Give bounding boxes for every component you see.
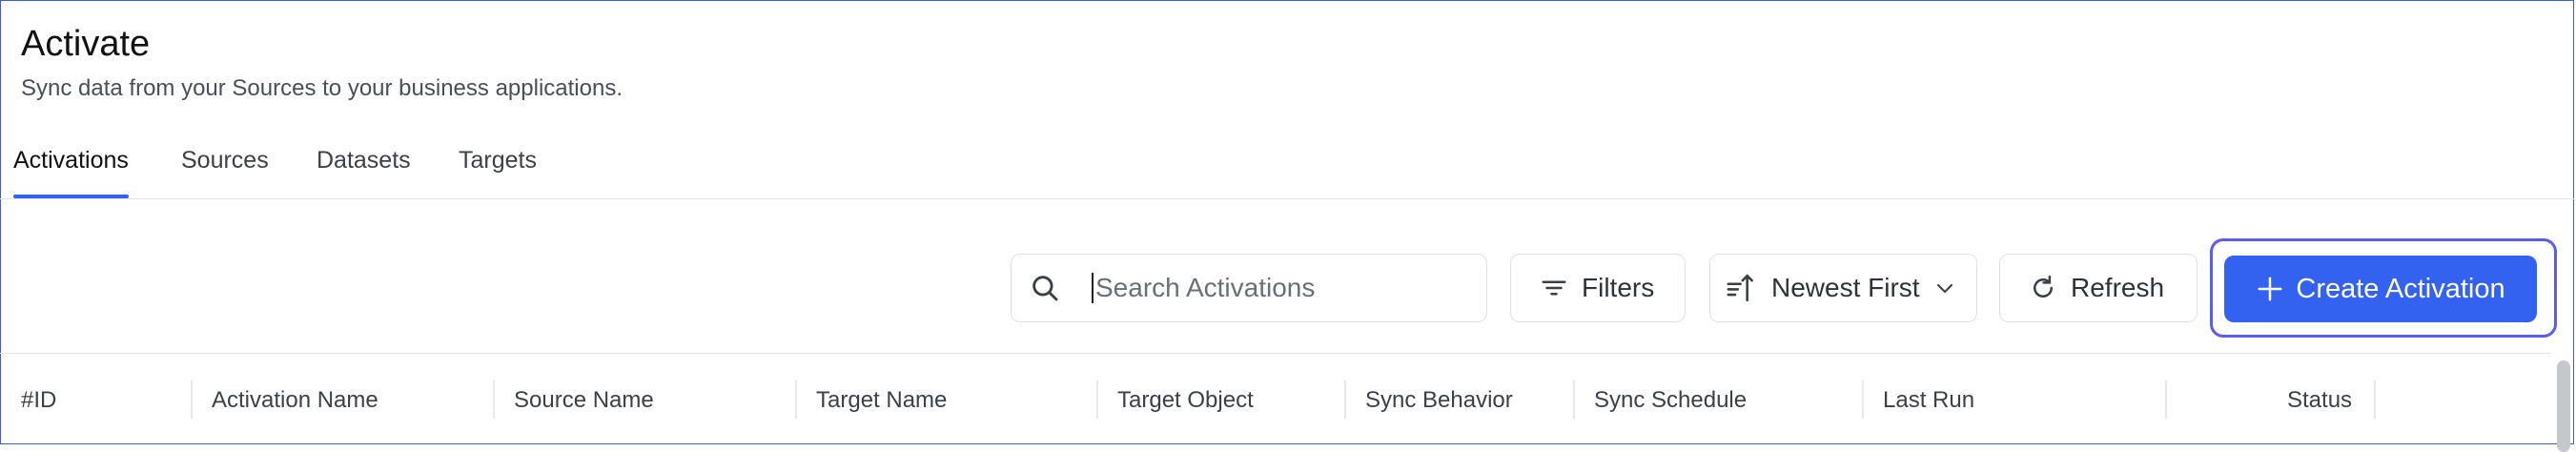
chevron-down-icon xyxy=(1933,277,1956,299)
search-input[interactable] xyxy=(1092,273,1477,303)
tab-datasets[interactable]: Datasets xyxy=(317,145,411,198)
column-divider xyxy=(1096,380,1098,419)
column-divider xyxy=(1862,380,1864,419)
plus-icon xyxy=(2256,275,2284,303)
tab-sources[interactable]: Sources xyxy=(181,145,269,198)
column-divider xyxy=(1573,380,1575,419)
column-divider xyxy=(2165,380,2167,419)
tab-activations[interactable]: Activations xyxy=(13,145,129,198)
column-divider xyxy=(795,380,797,419)
refresh-button[interactable]: Refresh xyxy=(1999,254,2198,322)
column-header-status[interactable]: Status xyxy=(2287,386,2352,415)
tab-targets[interactable]: Targets xyxy=(459,145,537,198)
column-header-target-object[interactable]: Target Object xyxy=(1117,386,1254,415)
column-divider xyxy=(493,380,495,419)
table-top-divider xyxy=(0,353,2551,354)
create-activation-button[interactable]: Create Activation xyxy=(2224,256,2537,322)
column-header-target-name[interactable]: Target Name xyxy=(816,386,947,415)
refresh-icon xyxy=(2029,274,2057,302)
page-subtitle: Sync data from your Sources to your busi… xyxy=(21,75,623,101)
column-header-sync-schedule[interactable]: Sync Schedule xyxy=(1594,386,1747,415)
create-activation-label: Create Activation xyxy=(2296,273,2505,304)
column-divider xyxy=(191,380,193,419)
column-header-last-run[interactable]: Last Run xyxy=(1883,386,1974,415)
window-frame xyxy=(0,0,2574,444)
search-icon xyxy=(1029,272,1061,304)
column-header-source-name[interactable]: Source Name xyxy=(514,386,654,415)
page-title: Activate xyxy=(21,24,151,64)
column-divider xyxy=(1344,380,1346,419)
sort-icon xyxy=(1726,272,1758,304)
column-header-id[interactable]: #ID xyxy=(21,386,56,415)
tabs-divider xyxy=(0,198,2574,199)
sort-dropdown[interactable]: Newest First xyxy=(1709,254,1977,322)
column-divider xyxy=(2374,380,2376,419)
search-box[interactable] xyxy=(1011,254,1487,322)
sort-label: Newest First xyxy=(1771,273,1920,302)
vertical-scrollbar[interactable] xyxy=(2555,351,2570,452)
filters-label: Filters xyxy=(1582,273,1655,302)
filter-icon xyxy=(1540,274,1568,302)
column-header-activation-name[interactable]: Activation Name xyxy=(212,386,378,415)
refresh-label: Refresh xyxy=(2071,273,2165,302)
filters-button[interactable]: Filters xyxy=(1510,254,1686,322)
scrollbar-thumb[interactable] xyxy=(2557,360,2570,452)
column-header-sync-behavior[interactable]: Sync Behavior xyxy=(1365,386,1513,415)
